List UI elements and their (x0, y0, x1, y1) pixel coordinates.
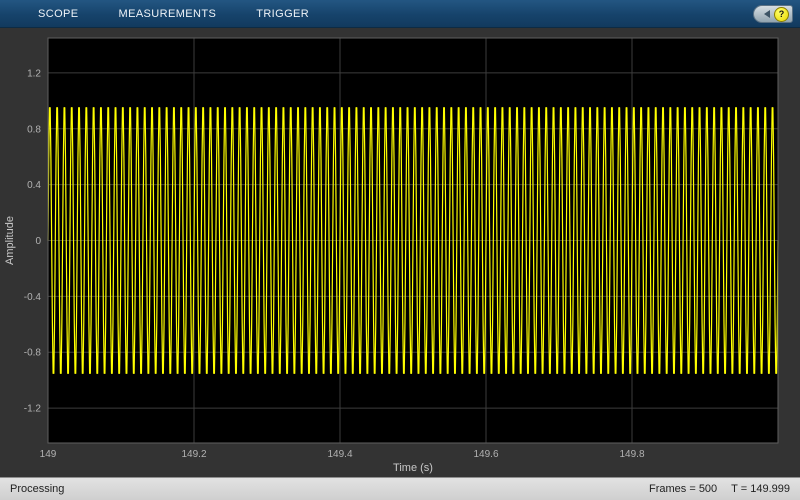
frames-counter: Frames = 500 (649, 483, 718, 495)
help-button[interactable]: ? (753, 5, 793, 23)
scope-svg: 149 149.2 149.4 149.6 149.8 1.2 0.8 0.4 0 -0.4 -0.… (4, 37, 779, 474)
y-axis-label: Amplitude (4, 216, 16, 265)
plot-area: 149 149.2 149.4 149.6 149.8 1.2 0.8 0.4 0 -0.4 -0.… (0, 28, 800, 477)
x-tick-label: 149.8 (619, 449, 644, 460)
y-tick-label: 1.2 (27, 68, 41, 79)
y-tick-label: -0.8 (24, 348, 42, 359)
y-tick-label: 0.4 (27, 180, 41, 191)
x-axis-label: Time (s) (393, 462, 433, 474)
x-tick-label: 149.4 (327, 449, 352, 460)
x-tick-label: 149.2 (181, 449, 206, 460)
status-message: Processing (10, 483, 65, 495)
time-scope-window: SCOPE MEASUREMENTS TRIGGER ? 149 149.2 149… (0, 0, 800, 500)
tab-scope[interactable]: SCOPE (24, 1, 93, 27)
y-tick-label: -1.2 (24, 404, 42, 415)
y-tick-label: 0.8 (27, 124, 41, 135)
collapse-toolstrip-arrow-icon (764, 10, 770, 18)
y-tick-label: 0 (35, 236, 41, 247)
time-counter: T = 149.999 (731, 483, 790, 495)
x-tick-label: 149 (40, 449, 57, 460)
tab-measurements[interactable]: MEASUREMENTS (105, 1, 231, 27)
status-bar: Processing Frames = 500 T = 149.999 (0, 477, 800, 500)
toolstrip: SCOPE MEASUREMENTS TRIGGER ? (0, 0, 800, 28)
y-tick-label: -0.4 (24, 292, 42, 303)
tab-trigger[interactable]: TRIGGER (242, 1, 323, 27)
x-tick-label: 149.6 (473, 449, 498, 460)
help-icon: ? (774, 6, 789, 22)
